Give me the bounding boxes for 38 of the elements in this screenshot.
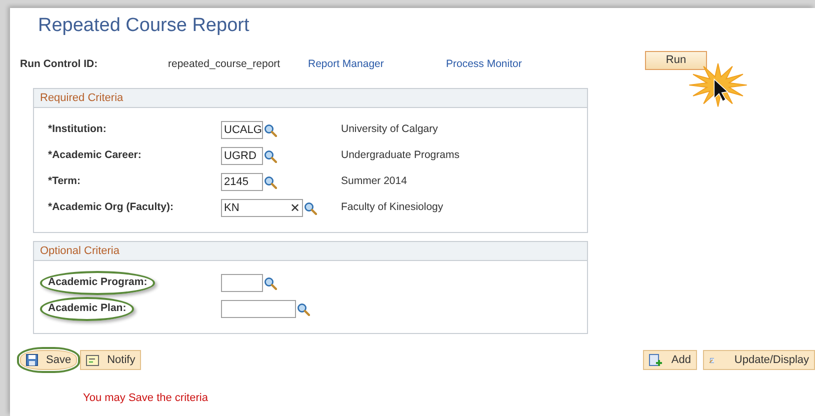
input-field[interactable] [221,300,296,318]
save-button[interactable]: Save [20,350,78,370]
run-control-value: repeated_course_report [168,57,282,72]
note-icon [86,354,100,366]
status-message: You may Save the criteria [83,391,209,406]
add-page-icon [649,354,664,366]
section-title: Optional Criteria [40,244,120,259]
input-field[interactable] [221,274,263,292]
update-button[interactable]: Update/Display [703,350,815,370]
add-button[interactable]: Add [643,350,697,370]
input-field[interactable]: UGRD [221,147,263,165]
field-description: Undergraduate Programs [341,148,460,164]
search-icon[interactable] [264,124,277,136]
input-field[interactable]: 2145 [221,173,263,191]
field-label: Academic Program: [40,271,156,295]
search-icon[interactable] [297,302,310,316]
field-label: Run Control ID: [20,57,99,72]
page-title: Repeated Course Report [37,14,250,38]
search-icon[interactable] [304,202,317,214]
field-label: *Academic Org (Faculty): [47,200,174,216]
link[interactable]: Report Manager [308,57,446,73]
search-icon[interactable] [264,150,277,162]
field-description: Summer 2014 [341,174,407,190]
link[interactable]: Process Monitor [446,57,645,73]
field-label: *Term: [47,174,82,190]
field-label: *Academic Career: [47,148,142,164]
search-icon[interactable] [264,276,277,290]
notify-button[interactable]: Notify [80,350,142,370]
search-icon[interactable] [264,176,277,188]
field-description: University of Calgary [341,122,438,138]
run-button[interactable]: Run [645,50,707,70]
section-title: Required Criteria [40,90,124,106]
field-label: Academic Plan: [40,297,134,321]
clear-icon[interactable]: ✕ [290,202,300,214]
input-field[interactable]: UCALG [221,121,263,139]
input-field[interactable]: KN ✕ [221,199,303,217]
field-description: Faculty of Kinesiology [341,200,444,216]
field-label: *Institution: [47,122,108,138]
